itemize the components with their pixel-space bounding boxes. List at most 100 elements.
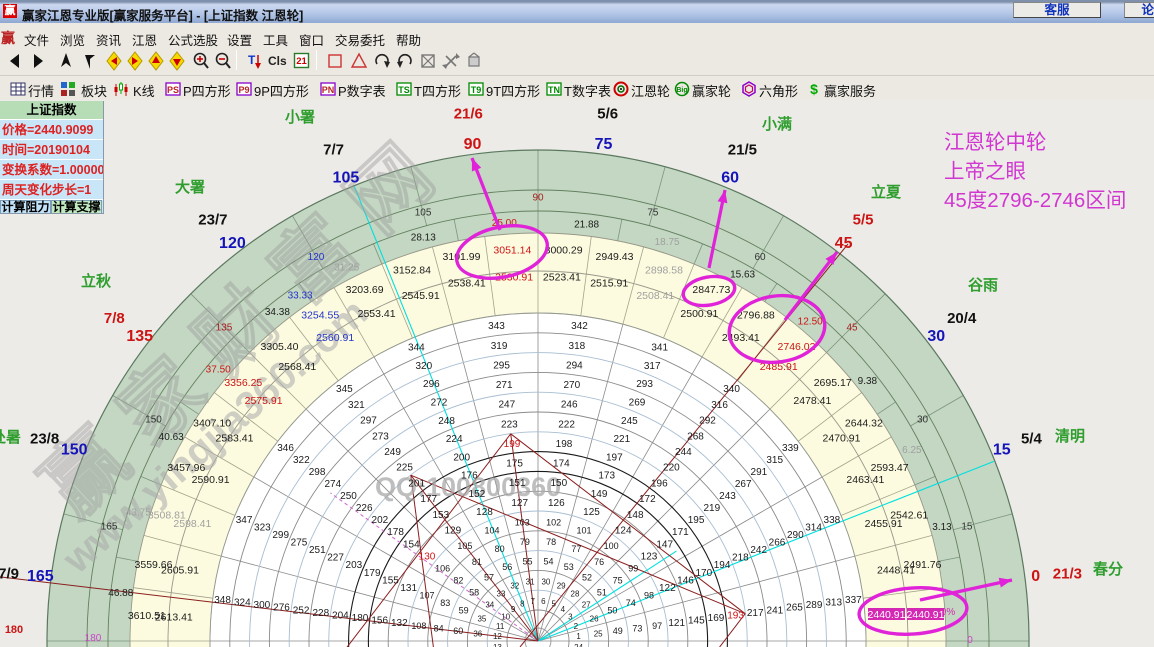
svg-text:75: 75 xyxy=(613,575,623,585)
svg-text:221: 221 xyxy=(613,434,630,445)
svg-text:156: 156 xyxy=(371,616,388,627)
svg-text:346: 346 xyxy=(277,443,294,454)
svg-text:130: 130 xyxy=(419,551,436,562)
svg-text:198: 198 xyxy=(556,439,573,450)
svg-text:2949.43: 2949.43 xyxy=(596,251,634,263)
svg-text:341: 341 xyxy=(651,343,668,354)
svg-text:0: 0 xyxy=(1031,568,1040,585)
svg-text:53: 53 xyxy=(564,562,574,572)
svg-text:219: 219 xyxy=(703,503,720,514)
svg-text:3305.40: 3305.40 xyxy=(261,341,299,353)
svg-text:194: 194 xyxy=(714,560,731,571)
svg-text:122: 122 xyxy=(659,583,676,594)
svg-text:174: 174 xyxy=(553,459,570,470)
svg-text:169: 169 xyxy=(708,613,725,624)
svg-text:29: 29 xyxy=(557,581,566,590)
svg-text:338: 338 xyxy=(824,515,841,526)
svg-text:7/9: 7/9 xyxy=(0,565,19,582)
svg-text:298: 298 xyxy=(309,467,326,478)
svg-text:146: 146 xyxy=(677,575,694,586)
svg-text:PN: PN xyxy=(322,85,335,95)
svg-text:223: 223 xyxy=(501,419,518,430)
svg-text:108: 108 xyxy=(411,621,426,631)
svg-text:153: 153 xyxy=(432,510,449,521)
svg-text:247: 247 xyxy=(498,400,515,411)
svg-text:5/5: 5/5 xyxy=(853,211,874,228)
svg-text:90: 90 xyxy=(464,136,482,153)
svg-text:135: 135 xyxy=(216,323,233,334)
svg-text:2898.58: 2898.58 xyxy=(645,264,683,276)
svg-text:347: 347 xyxy=(236,515,253,526)
svg-text:249: 249 xyxy=(384,447,401,458)
svg-text:2553.41: 2553.41 xyxy=(358,308,396,320)
svg-text:5/6: 5/6 xyxy=(597,106,618,123)
svg-text:225: 225 xyxy=(396,463,413,474)
svg-text:12.50: 12.50 xyxy=(798,317,823,328)
svg-text:342: 342 xyxy=(571,321,588,332)
svg-text:147: 147 xyxy=(656,539,673,550)
svg-text:127: 127 xyxy=(511,498,528,509)
svg-text:33.33: 33.33 xyxy=(288,290,313,301)
svg-text:31: 31 xyxy=(526,577,535,586)
svg-text:176: 176 xyxy=(461,471,478,482)
svg-text:170: 170 xyxy=(695,568,712,579)
svg-text:271: 271 xyxy=(496,380,513,391)
svg-text:251: 251 xyxy=(309,545,326,556)
svg-text:52: 52 xyxy=(582,573,592,583)
svg-text:9.38: 9.38 xyxy=(858,376,878,387)
svg-text:4: 4 xyxy=(561,605,566,614)
svg-text:345: 345 xyxy=(336,384,353,395)
svg-text:99: 99 xyxy=(628,563,638,573)
svg-text:120: 120 xyxy=(308,252,325,263)
svg-text:30: 30 xyxy=(917,415,929,426)
svg-text:江恩轮中轮: 江恩轮中轮 xyxy=(944,131,1047,154)
svg-text:45: 45 xyxy=(835,235,853,252)
svg-text:小署: 小署 xyxy=(285,109,315,126)
svg-text:199: 199 xyxy=(504,439,521,450)
svg-text:120: 120 xyxy=(219,235,246,252)
svg-text:324: 324 xyxy=(234,598,251,609)
svg-text:293: 293 xyxy=(636,379,653,390)
svg-text:上帝之眼: 上帝之眼 xyxy=(944,160,1026,183)
svg-text:2847.73: 2847.73 xyxy=(692,284,730,296)
svg-text:2478.41: 2478.41 xyxy=(793,395,831,407)
svg-text:82: 82 xyxy=(453,575,463,585)
svg-text:2560.91: 2560.91 xyxy=(316,332,354,344)
svg-text:2493.41: 2493.41 xyxy=(722,332,760,344)
svg-text:$: $ xyxy=(810,81,818,97)
svg-text:248: 248 xyxy=(438,416,455,427)
svg-text:15.63: 15.63 xyxy=(730,270,755,281)
svg-text:267: 267 xyxy=(735,479,752,490)
svg-text:43.75: 43.75 xyxy=(126,507,151,518)
svg-text:317: 317 xyxy=(644,361,661,372)
svg-text:20/4: 20/4 xyxy=(947,310,977,327)
svg-text:220: 220 xyxy=(663,463,680,474)
svg-text:340: 340 xyxy=(723,384,740,395)
svg-text:173: 173 xyxy=(598,471,615,482)
svg-text:30: 30 xyxy=(927,328,945,345)
svg-text:252: 252 xyxy=(293,605,310,616)
svg-text:319: 319 xyxy=(491,341,508,352)
svg-text:11: 11 xyxy=(496,622,505,631)
svg-text:23/7: 23/7 xyxy=(198,211,227,228)
svg-text:172: 172 xyxy=(639,494,656,505)
svg-text:131: 131 xyxy=(400,583,417,594)
svg-text:318: 318 xyxy=(569,341,586,352)
svg-text:132: 132 xyxy=(391,618,408,629)
svg-text:193: 193 xyxy=(727,611,744,622)
svg-text:106: 106 xyxy=(435,563,450,573)
svg-text:165: 165 xyxy=(27,568,54,585)
svg-text:296: 296 xyxy=(423,379,440,390)
svg-text:154: 154 xyxy=(403,539,420,550)
svg-text:24: 24 xyxy=(574,643,583,647)
svg-text:274: 274 xyxy=(324,479,341,490)
svg-text:242: 242 xyxy=(750,545,767,556)
svg-text:246: 246 xyxy=(561,400,578,411)
svg-text:51: 51 xyxy=(597,588,607,598)
svg-text:3152.84: 3152.84 xyxy=(393,264,431,276)
svg-text:清明: 清明 xyxy=(1055,427,1085,445)
svg-text:10: 10 xyxy=(501,613,510,622)
svg-text:344: 344 xyxy=(408,343,425,354)
svg-text:180: 180 xyxy=(5,624,23,636)
svg-text:222: 222 xyxy=(558,419,575,430)
